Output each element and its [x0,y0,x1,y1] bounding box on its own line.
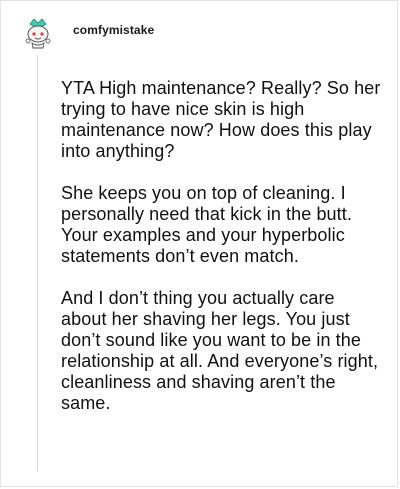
comment-paragraph: And I don’t thing you actually care abou… [61,288,379,413]
avatar[interactable] [21,16,55,50]
comment-header: comfymistake [21,15,154,51]
snoo-avatar-icon [25,18,51,49]
thread-line[interactable] [37,55,38,471]
comment-paragraph: YTA High maintenance? Really? So her try… [61,78,381,161]
comment-paragraph: She keeps you on top of cleaning. I pers… [61,183,352,266]
comment-body: YTA High maintenance? Really? So her try… [61,78,381,435]
comment-author[interactable]: comfymistake [73,23,154,37]
comment-card: comfymistake YTA High maintenance? Reall… [0,0,398,487]
